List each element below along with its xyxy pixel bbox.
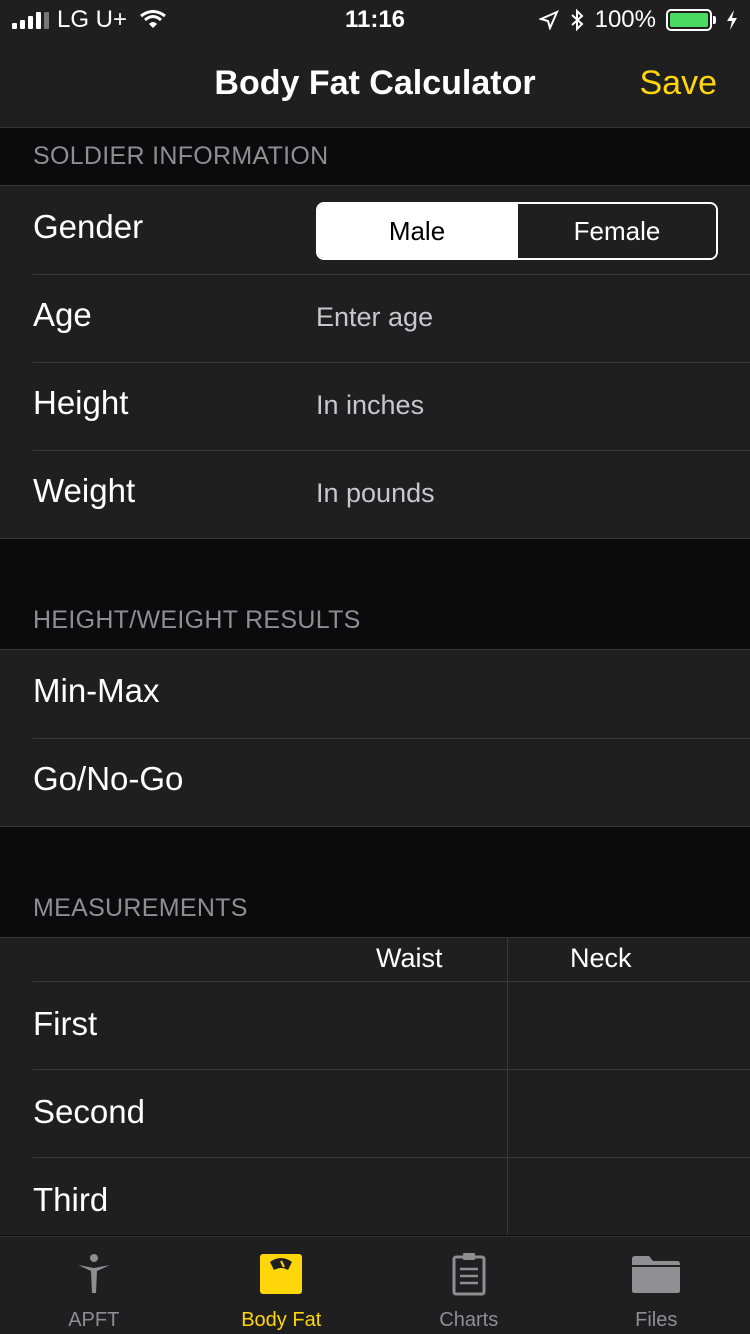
tab-apft[interactable]: APFT	[0, 1237, 188, 1334]
navigation-bar: Body Fat Calculator Save	[0, 40, 750, 128]
measurement-row-third[interactable]: Third	[0, 1157, 750, 1245]
tab-label: APFT	[68, 1309, 120, 1331]
folder-icon	[631, 1251, 681, 1297]
height-row: Height	[0, 362, 750, 450]
age-input[interactable]	[316, 302, 716, 333]
waist-column-header: Waist	[376, 943, 443, 973]
measurement-row-label: First	[33, 1005, 98, 1042]
tab-label: Files	[635, 1309, 678, 1331]
status-right: 100%	[538, 6, 738, 34]
neck-column-header: Neck	[570, 943, 632, 973]
weight-row: Weight	[0, 450, 750, 538]
figure-icon	[69, 1251, 119, 1297]
weight-input[interactable]	[316, 478, 716, 509]
page-title: Body Fat Calculator	[214, 64, 536, 102]
clipboard-icon	[444, 1251, 494, 1297]
tab-body-fat[interactable]: Body Fat	[188, 1237, 376, 1334]
tab-bar: APFT Body Fat Charts Files	[0, 1236, 750, 1334]
battery-percent: 100%	[594, 6, 656, 33]
gender-female-segment[interactable]: Female	[516, 204, 716, 258]
charging-icon	[727, 10, 737, 30]
go-no-go-row: Go/No-Go	[0, 738, 750, 826]
measurement-row-label: Second	[33, 1093, 145, 1130]
save-button[interactable]: Save	[640, 64, 718, 103]
height-label: Height	[33, 384, 129, 421]
gender-male-segment[interactable]: Male	[318, 204, 516, 258]
min-max-label: Min-Max	[33, 672, 160, 709]
measurement-row-label: Third	[33, 1181, 109, 1218]
tab-charts[interactable]: Charts	[375, 1237, 563, 1334]
status-bar: LG U+ 11:16 100%	[0, 0, 750, 40]
measurements-column-headers: Waist Neck	[0, 938, 750, 981]
scale-icon	[256, 1251, 306, 1297]
section-header-soldier-information: SOLDIER INFORMATION	[33, 142, 329, 170]
weight-label: Weight	[33, 472, 136, 509]
tab-label: Body Fat	[241, 1309, 322, 1331]
measurements-table: Waist Neck First Second Third	[0, 937, 750, 1235]
height-input[interactable]	[316, 390, 716, 421]
soldier-information-group: Gender Male Female Age Height Weight	[0, 185, 750, 539]
tab-files[interactable]: Files	[563, 1237, 750, 1334]
gender-label: Gender	[33, 208, 144, 245]
min-max-row: Min-Max	[0, 650, 750, 738]
go-no-go-label: Go/No-Go	[33, 760, 184, 797]
battery-icon	[666, 9, 716, 31]
tab-label: Charts	[439, 1309, 499, 1331]
gender-row: Gender Male Female	[0, 186, 750, 274]
bluetooth-icon	[570, 8, 584, 32]
section-header-measurements: MEASUREMENTS	[33, 894, 248, 922]
gender-segmented-control: Male Female	[316, 202, 718, 260]
location-icon	[538, 10, 559, 30]
section-header-height-weight-results: HEIGHT/WEIGHT RESULTS	[33, 606, 361, 634]
height-weight-results-group: Min-Max Go/No-Go	[0, 649, 750, 827]
age-row: Age	[0, 274, 750, 362]
measurement-row-first[interactable]: First	[0, 981, 750, 1069]
age-label: Age	[33, 296, 92, 333]
measurement-row-second[interactable]: Second	[0, 1069, 750, 1157]
